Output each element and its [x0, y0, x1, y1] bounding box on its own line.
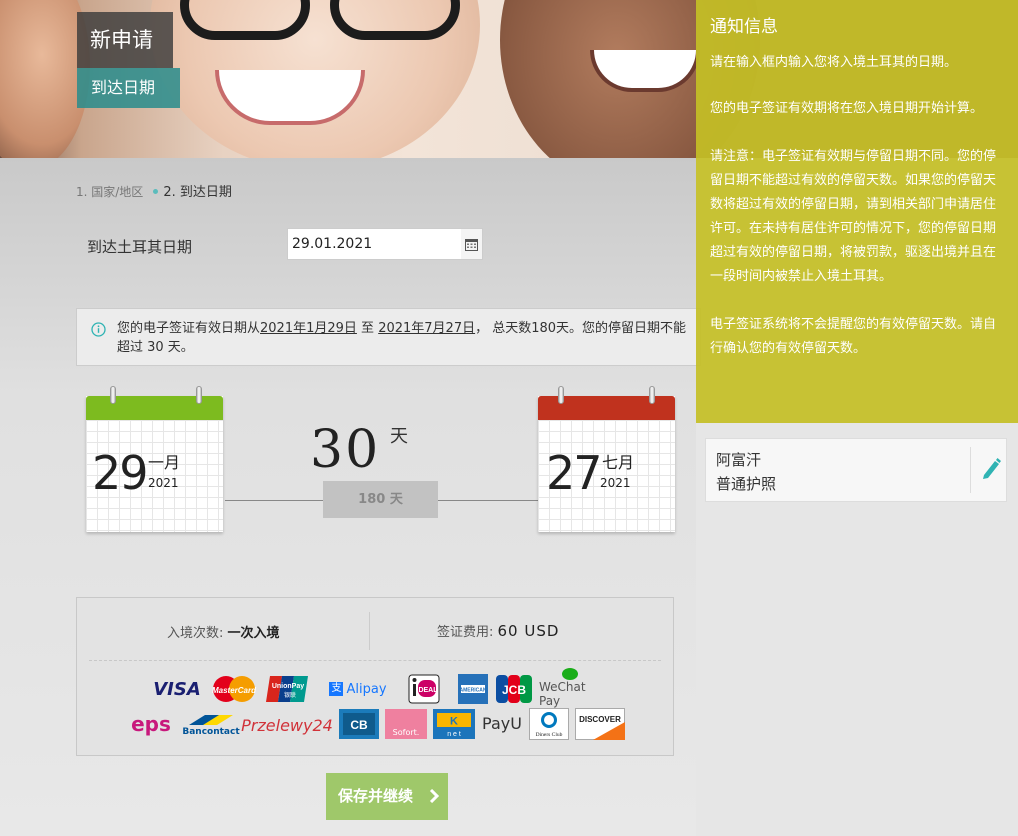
bancontact-logo-text: Bancontact — [182, 727, 240, 737]
calendar-ring-icon — [558, 386, 564, 404]
banner-photo-glasses-right — [330, 0, 460, 40]
knet-logo: Kn e t — [433, 709, 475, 739]
calendar-ring-icon — [649, 386, 655, 404]
svg-text:银联: 银联 — [284, 691, 296, 699]
entry-count: 入境次数: 一次入境 — [167, 622, 280, 641]
visa-fee-label: 签证费用: — [437, 625, 498, 640]
main-content: 1. 国家/地区 2. 到达日期 到达土耳其日期 29.01.2021 您的电子签… — [0, 158, 701, 836]
alipay-logo-text: Alipay — [346, 681, 387, 697]
visa-fee: 签证费用: 60 USD — [437, 621, 559, 640]
save-and-continue-label: 保存并继续 — [338, 787, 414, 805]
end-day: 27 — [546, 446, 603, 500]
discover-logo: DISCOVER — [575, 708, 625, 740]
info-icon — [91, 322, 106, 337]
unionpay-logo-text: UnionPay — [272, 683, 304, 690]
breadcrumb: 1. 国家/地区 2. 到达日期 — [76, 181, 232, 200]
alipay-logo: 支 Alipay — [326, 676, 390, 702]
wechat-pay-logo-text: WeChat Pay — [539, 680, 586, 708]
diners-club-logo-text: Diners Club — [536, 732, 563, 738]
breadcrumb-dot-icon — [153, 189, 159, 194]
validity-end-date: 2021年7月27日 — [378, 321, 476, 336]
fee-divider — [369, 612, 370, 650]
alipay-glyph-icon: 支 — [329, 682, 344, 696]
breadcrumb-step-arrival: 2. 到达日期 — [163, 185, 232, 200]
end-year: 2021 — [600, 476, 631, 490]
start-year: 2021 — [148, 476, 179, 490]
sofort-logo: Sofort. — [385, 709, 427, 739]
validity-start-date: 2021年1月29日 — [260, 321, 357, 336]
jcb-logo: JCB — [495, 674, 533, 704]
fee-summary: 入境次数: 一次入境 签证费用: 60 USD VISA MasterCard … — [76, 597, 674, 756]
visa-logo: VISA — [153, 678, 201, 700]
calendar-header-green — [86, 396, 223, 420]
end-date-calendar: 27 七月 2021 — [538, 386, 675, 532]
breadcrumb-step-country[interactable]: 1. 国家/地区 — [76, 185, 143, 199]
applicant-card: 阿富汗 普通护照 — [705, 438, 1007, 502]
start-month: 一月 — [148, 453, 181, 472]
ideal-logo: iDEAL — [408, 674, 440, 704]
svg-text:n e t: n e t — [447, 731, 461, 738]
validity-text-middle: 至 — [356, 321, 379, 336]
bancontact-logo: Bancontact — [182, 708, 240, 742]
arrival-date-label: 到达土耳其日期 — [87, 238, 193, 256]
payu-logo: PayU — [482, 713, 522, 733]
unionpay-logo: UnionPay 银联 — [266, 674, 310, 704]
ideal-logo-text: iDEAL — [417, 687, 439, 694]
wechat-pay-logo: WeChat Pay — [539, 668, 601, 708]
total-days-badge: 180 天 — [323, 481, 438, 518]
pencil-icon — [983, 458, 1001, 479]
validity-text-prefix: 您的电子签证有效日期从 — [117, 321, 261, 336]
page-title: 新申请 — [77, 12, 173, 68]
notice-panel: 通知信息 请在输入框内输入您将入境土耳其的日期。 您的电子签证有效期将在您入境日… — [696, 0, 1018, 423]
stay-days-unit: 天 — [390, 426, 408, 447]
cb-logo: CB — [339, 709, 379, 739]
applicant-passport-type: 普通护照 — [716, 475, 777, 493]
knet-logo-text: K — [450, 716, 458, 728]
entry-count-value: 一次入境 — [227, 626, 280, 641]
calendar-ring-icon — [196, 386, 202, 404]
amex-logo-text: AMERICAN — [460, 688, 487, 694]
chevron-right-icon — [429, 789, 439, 803]
calendar-icon — [465, 239, 478, 251]
przelewy24-logo: Przelewy24 — [241, 715, 333, 735]
arrival-date-input[interactable]: 29.01.2021 — [287, 228, 462, 260]
mastercard-logo: MasterCard — [209, 674, 259, 704]
stay-days-number: 30 — [310, 420, 381, 480]
save-and-continue-button[interactable]: 保存并继续 — [326, 773, 448, 820]
mastercard-logo-text: MasterCard — [212, 686, 257, 695]
calendar-picker-button[interactable] — [461, 228, 483, 260]
diners-club-logo: Diners Club — [529, 708, 569, 740]
edit-applicant-button[interactable] — [970, 447, 1006, 493]
jcb-logo-text: JCB — [502, 683, 526, 697]
banner-photo-glasses-left — [180, 0, 310, 40]
discover-logo-text: DISCOVER — [579, 715, 621, 724]
entry-count-label: 入境次数: — [167, 626, 228, 641]
notice-paragraph-3: 请注意：电子签证有效期与停留日期不同。您的停留日期不能超过有效的停留天数。如果您… — [710, 149, 997, 284]
eps-logo: eps — [131, 712, 171, 736]
bancontact-mark-icon — [189, 715, 233, 725]
wechat-bubble-icon — [562, 668, 578, 680]
dashed-divider — [89, 660, 661, 661]
visa-fee-value: 60 USD — [497, 622, 560, 640]
applicant-country: 阿富汗 — [716, 451, 762, 469]
validity-info-box: 您的电子签证有效日期从2021年1月29日 至 2021年7月27日， 总天数1… — [76, 308, 701, 366]
page-subtitle: 到达日期 — [77, 68, 180, 108]
calendar-ring-icon — [110, 386, 116, 404]
notice-paragraph-1: 请在输入框内输入您将入境土耳其的日期。 — [710, 55, 958, 70]
notice-paragraph-2: 您的电子签证有效期将在您入境日期开始计算。 — [710, 101, 984, 116]
cb-logo-text: CB — [350, 718, 368, 732]
notice-title: 通知信息 — [710, 17, 778, 37]
amex-logo: AMERICAN — [458, 674, 488, 704]
start-day: 29 — [92, 446, 149, 500]
start-date-calendar: 29 一月 2021 — [86, 386, 223, 532]
notice-paragraph-4: 电子签证系统将不会提醒您的有效停留天数。请自行确认您的有效停留天数。 — [710, 317, 997, 356]
end-month: 七月 — [602, 453, 635, 472]
